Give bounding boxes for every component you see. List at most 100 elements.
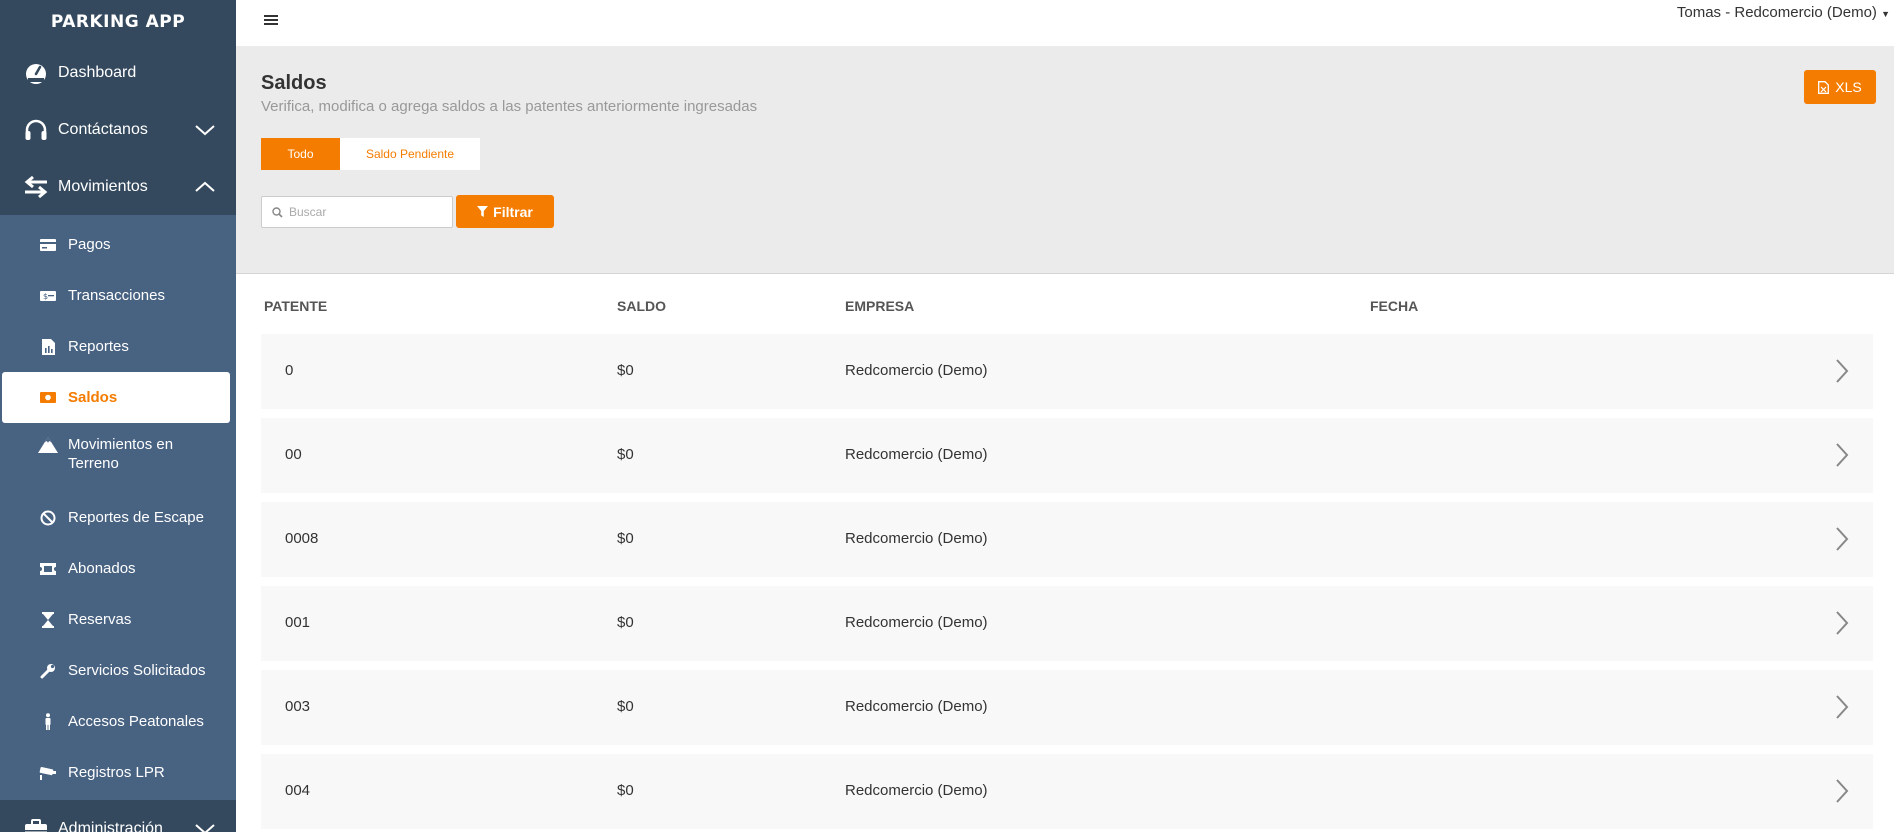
saldo-cell: $0 <box>617 446 634 463</box>
sidebar-item-label: Dashboard <box>58 63 137 81</box>
sidebar-item-reservas[interactable]: Reservas <box>0 594 236 645</box>
empresa-cell: Redcomercio (Demo) <box>845 446 988 463</box>
chevron-down-icon <box>195 124 215 135</box>
sidebar-item-label: Servicios Solicitados <box>68 662 206 679</box>
briefcase-icon <box>22 817 50 832</box>
ticket-icon <box>38 560 58 578</box>
table-row[interactable]: 001 $0 Redcomercio (Demo) <box>261 586 1873 661</box>
chevron-right-icon[interactable] <box>1835 694 1849 720</box>
table-body: 0 $0 Redcomercio (Demo) 00 $0 Redcomerci… <box>261 334 1873 832</box>
dashboard-icon <box>22 61 50 85</box>
tab-saldo-pendiente[interactable]: Saldo Pendiente <box>340 138 480 170</box>
empresa-cell: Redcomercio (Demo) <box>845 614 988 631</box>
sidebar-item-registros-lpr[interactable]: Registros LPR <box>0 747 236 798</box>
sidebar-item-transacciones[interactable]: $ Transacciones <box>0 270 236 321</box>
sidebar-item-servicios[interactable]: Servicios Solicitados <box>0 645 236 696</box>
cash-icon <box>38 389 58 407</box>
empresa-cell: Redcomercio (Demo) <box>845 782 988 799</box>
filter-tabs: Todo Saldo Pendiente <box>261 138 480 170</box>
saldo-cell: $0 <box>617 698 634 715</box>
camera-icon <box>38 764 58 782</box>
patente-cell: 0008 <box>285 530 319 547</box>
movimientos-submenu: Pagos $ Transacciones Reportes Saldos Mo… <box>0 215 236 804</box>
table-row[interactable]: 0 $0 Redcomercio (Demo) <box>261 334 1873 409</box>
saldo-cell: $0 <box>617 362 634 379</box>
table-row[interactable]: 003 $0 Redcomercio (Demo) <box>261 670 1873 745</box>
sidebar-item-label: Transacciones <box>68 287 165 304</box>
table-row[interactable]: 004 $0 Redcomercio (Demo) <box>261 754 1873 829</box>
chevron-up-icon <box>195 181 215 192</box>
chevron-right-icon[interactable] <box>1835 442 1849 468</box>
sidebar-item-label: Movimientos en Terreno <box>68 436 174 472</box>
sidebar-item-label: Administración <box>58 819 163 832</box>
chevron-right-icon[interactable] <box>1835 610 1849 636</box>
exchange-icon <box>22 175 50 199</box>
saldo-cell: $0 <box>617 782 634 799</box>
sidebar-item-pagos[interactable]: Pagos <box>0 219 236 270</box>
svg-text:$: $ <box>43 292 48 301</box>
table-header: PATENTE SALDO EMPRESA FECHA <box>236 298 1894 318</box>
mountain-icon <box>38 436 58 454</box>
file-excel-icon <box>1818 80 1830 94</box>
chevron-down-icon <box>195 823 215 832</box>
user-name: Tomas - Redcomercio (Demo) <box>1676 4 1877 21</box>
tab-todo[interactable]: Todo <box>261 138 340 170</box>
headphones-icon <box>22 118 50 142</box>
patente-cell: 003 <box>285 698 311 715</box>
column-header-patente[interactable]: PATENTE <box>264 298 327 314</box>
sidebar-item-movimientos[interactable]: Movimientos <box>0 158 236 215</box>
sidebar-item-dashboard[interactable]: Dashboard <box>0 44 236 101</box>
filter-button[interactable]: Filtrar <box>456 195 554 228</box>
ban-icon <box>38 509 58 527</box>
page-title: Saldos <box>261 72 327 94</box>
empresa-cell: Redcomercio (Demo) <box>845 530 988 547</box>
sidebar-item-label: Saldos <box>68 389 118 406</box>
chevron-right-icon[interactable] <box>1835 358 1849 384</box>
hourglass-icon <box>38 611 58 629</box>
topbar: Tomas - Redcomercio (Demo) ▼ <box>236 0 1894 46</box>
search-box <box>261 196 453 228</box>
sidebar-item-reportes-escape[interactable]: Reportes de Escape <box>0 492 236 543</box>
caret-down-icon: ▼ <box>1881 9 1890 19</box>
sidebar-item-abonados[interactable]: Abonados <box>0 543 236 594</box>
sidebar-item-label: Pagos <box>68 236 111 253</box>
sidebar-item-label: Movimientos <box>58 177 148 195</box>
export-xls-button[interactable]: XLS <box>1804 70 1876 104</box>
pedestrian-icon <box>38 713 58 731</box>
sidebar-item-label: Contáctanos <box>58 120 148 138</box>
empresa-cell: Redcomercio (Demo) <box>845 362 988 379</box>
empresa-cell: Redcomercio (Demo) <box>845 698 988 715</box>
sidebar-item-label: Registros LPR <box>68 764 165 781</box>
column-header-empresa[interactable]: EMPRESA <box>845 298 914 314</box>
column-header-saldo[interactable]: SALDO <box>617 298 666 314</box>
hamburger-menu-icon[interactable] <box>264 14 278 26</box>
money-icon: $ <box>38 287 58 305</box>
wrench-icon <box>38 662 58 680</box>
sidebar-item-label: Abonados <box>68 560 136 577</box>
filter-icon <box>477 206 489 217</box>
table-row[interactable]: 00 $0 Redcomercio (Demo) <box>261 418 1873 493</box>
user-menu[interactable]: Tomas - Redcomercio (Demo) ▼ <box>1677 4 1890 21</box>
saldo-cell: $0 <box>617 530 634 547</box>
sidebar-item-label: Reportes <box>68 338 129 355</box>
sidebar-item-accesos[interactable]: Accesos Peatonales <box>0 696 236 747</box>
sidebar-item-movimientos-terreno[interactable]: Movimientos en Terreno <box>0 423 236 492</box>
sidebar-item-label: Accesos Peatonales <box>68 713 204 730</box>
patente-cell: 001 <box>285 614 311 631</box>
patente-cell: 004 <box>285 782 311 799</box>
chevron-right-icon[interactable] <box>1835 778 1849 804</box>
sidebar-item-saldos[interactable]: Saldos <box>2 372 230 423</box>
credit-card-icon <box>38 236 58 254</box>
search-input[interactable] <box>289 205 439 219</box>
patente-cell: 00 <box>285 446 302 463</box>
report-icon <box>38 338 58 356</box>
chevron-right-icon[interactable] <box>1835 526 1849 552</box>
column-header-fecha[interactable]: FECHA <box>1370 298 1418 314</box>
xls-label: XLS <box>1835 79 1862 95</box>
sidebar-item-administracion[interactable]: Administración <box>0 800 236 832</box>
sidebar-item-reportes[interactable]: Reportes <box>0 321 236 372</box>
search-icon <box>272 206 283 218</box>
table-row[interactable]: 0008 $0 Redcomercio (Demo) <box>261 502 1873 577</box>
page-header: Saldos Verifica, modifica o agrega saldo… <box>236 46 1894 274</box>
sidebar-item-contactanos[interactable]: Contáctanos <box>0 101 236 158</box>
